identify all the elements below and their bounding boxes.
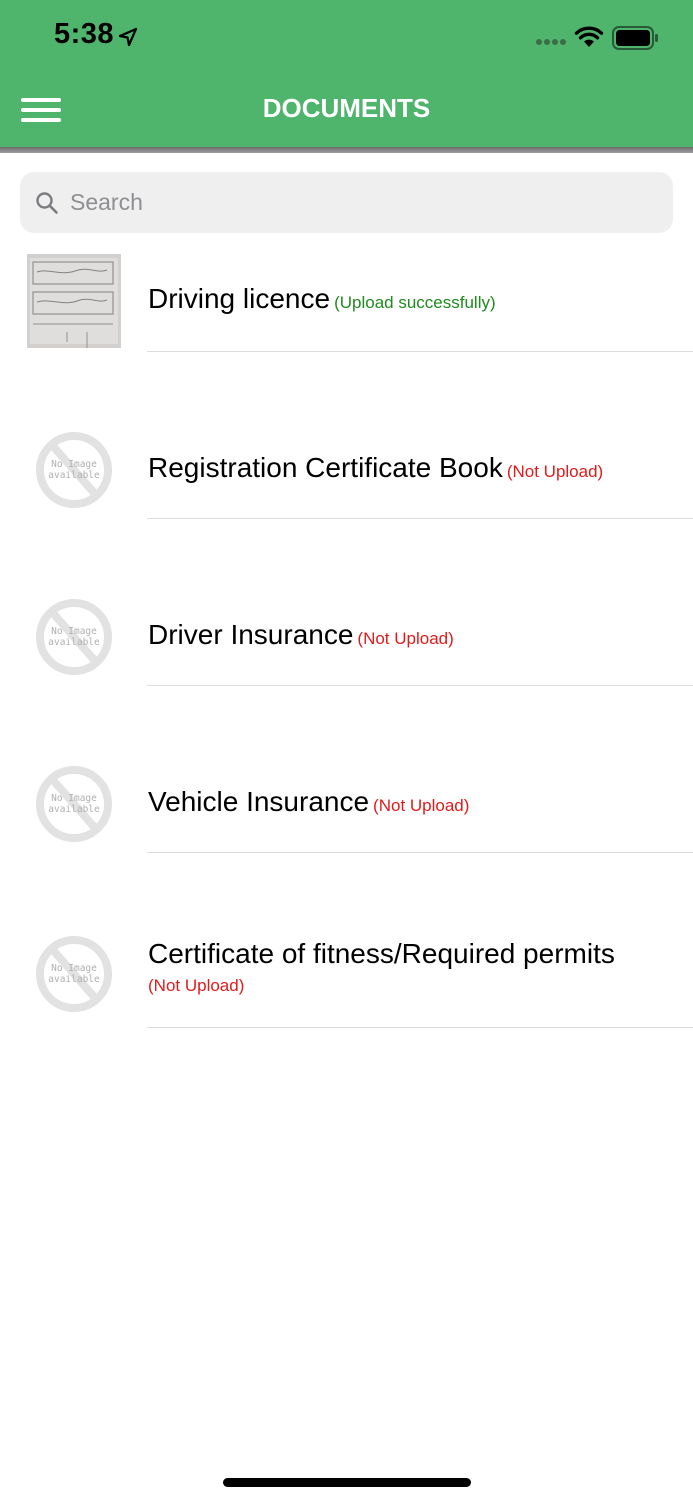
svg-text:No Image: No Image (51, 626, 97, 637)
no-image-available-icon: No Image available (36, 599, 112, 675)
document-thumbnail (27, 254, 121, 348)
search-icon (36, 192, 58, 214)
svg-text:available: available (48, 637, 100, 648)
document-text: Vehicle Insurance (Not Upload) (148, 786, 669, 818)
svg-text:No Image: No Image (51, 459, 97, 470)
page-title: DOCUMENTS (262, 93, 431, 123)
documents-list: Driving licence (Upload successfully) No … (0, 250, 693, 1028)
list-item[interactable]: No Image available Vehicle Insurance (Not… (0, 686, 693, 853)
document-status: (Not Upload) (506, 462, 604, 481)
home-indicator[interactable] (223, 1478, 471, 1487)
document-status: (Not Upload) (148, 976, 245, 995)
app-header: 5:38 DOCUMENTS (0, 0, 693, 147)
list-item[interactable]: Driving licence (Upload successfully) (0, 250, 693, 352)
search-bar[interactable] (20, 172, 673, 233)
location-arrow-icon (118, 27, 138, 47)
svg-text:available: available (48, 974, 100, 985)
document-status: (Not Upload) (373, 796, 470, 815)
row-divider (147, 1027, 693, 1028)
svg-text:No Image: No Image (51, 963, 97, 974)
wifi-icon (574, 26, 604, 47)
svg-text:No Image: No Image (51, 793, 97, 804)
document-name: Driver Insurance (148, 619, 354, 650)
document-status: (Not Upload) (357, 629, 454, 648)
document-status: (Upload successfully) (334, 293, 496, 312)
document-name: Certificate of fitness/Required permits (148, 938, 615, 969)
document-text: Driver Insurance (Not Upload) (148, 619, 669, 651)
list-item[interactable]: No Image available Certificate of fitnes… (0, 853, 693, 1028)
svg-text:available: available (48, 470, 100, 481)
no-image-available-icon: No Image available (36, 766, 112, 842)
document-text: Registration Certificate Book (Not Upload… (148, 452, 669, 484)
document-text: Driving licence (Upload successfully) (148, 283, 669, 315)
document-name: Registration Certificate Book (148, 452, 503, 483)
no-image-available-icon: No Image available (36, 936, 112, 1012)
search-input[interactable] (70, 172, 660, 233)
document-name: Driving licence (148, 283, 331, 314)
battery-icon (612, 26, 658, 50)
document-text: Certificate of fitness/Required permits … (148, 938, 669, 996)
document-name: Vehicle Insurance (148, 786, 370, 817)
no-image-available-icon: No Image available (36, 432, 112, 508)
cellular-signal-icon (536, 39, 566, 45)
status-time: 5:38 (54, 18, 115, 50)
header-divider (0, 147, 693, 153)
list-item[interactable]: No Image available Driver Insurance (Not … (0, 519, 693, 686)
svg-text:available: available (48, 804, 100, 815)
list-item[interactable]: No Image available Registration Certific… (0, 352, 693, 519)
